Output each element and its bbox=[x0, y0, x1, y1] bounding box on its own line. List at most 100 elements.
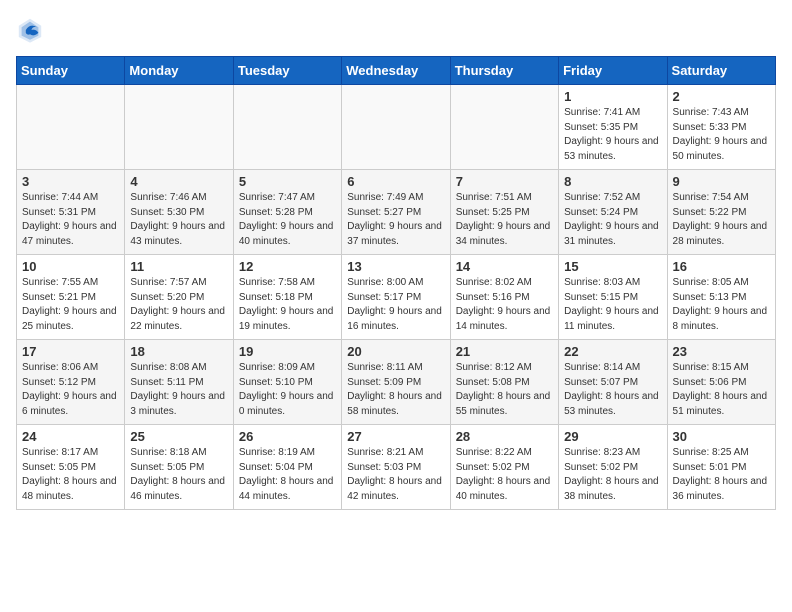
calendar-week-row: 24 Sunrise: 8:17 AM Sunset: 5:05 PM Dayli… bbox=[17, 425, 776, 510]
day-info: Sunrise: 7:52 AM Sunset: 5:24 PM Dayligh… bbox=[564, 191, 661, 249]
calendar-cell: 11 Sunrise: 7:57 AM Sunset: 5:20 PM Dayli… bbox=[125, 255, 233, 340]
day-number: 10 bbox=[22, 259, 119, 274]
calendar-cell: 8 Sunrise: 7:52 AM Sunset: 5:24 PM Daylig… bbox=[559, 170, 667, 255]
calendar-week-row: 10 Sunrise: 7:55 AM Sunset: 5:21 PM Dayli… bbox=[17, 255, 776, 340]
calendar-body: 1Sunrise: 7:41 AM Sunset: 5:35 PM Daylig… bbox=[17, 85, 776, 510]
day-info: Sunrise: 8:05 AM Sunset: 5:13 PM Dayligh… bbox=[673, 276, 770, 334]
calendar-week-row: 3Sunrise: 7:44 AM Sunset: 5:31 PM Daylig… bbox=[17, 170, 776, 255]
calendar-cell: 29 Sunrise: 8:23 AM Sunset: 5:02 PM Dayli… bbox=[559, 425, 667, 510]
day-info: Sunrise: 8:00 AM Sunset: 5:17 PM Dayligh… bbox=[347, 276, 444, 334]
day-number: 8 bbox=[564, 174, 661, 189]
calendar-cell: 4 Sunrise: 7:46 AM Sunset: 5:30 PM Daylig… bbox=[125, 170, 233, 255]
day-number: 25 bbox=[130, 429, 227, 444]
day-info: Sunrise: 8:22 AM Sunset: 5:02 PM Dayligh… bbox=[456, 446, 553, 504]
calendar-cell bbox=[342, 85, 450, 170]
calendar-cell: 21 Sunrise: 8:12 AM Sunset: 5:08 PM Dayli… bbox=[450, 340, 558, 425]
logo-icon bbox=[16, 16, 44, 44]
day-info: Sunrise: 8:19 AM Sunset: 5:04 PM Dayligh… bbox=[239, 446, 336, 504]
day-info: Sunrise: 8:15 AM Sunset: 5:06 PM Dayligh… bbox=[673, 361, 770, 419]
weekday-header: Tuesday bbox=[233, 57, 341, 85]
page-header bbox=[16, 16, 776, 44]
day-number: 22 bbox=[564, 344, 661, 359]
day-info: Sunrise: 8:23 AM Sunset: 5:02 PM Dayligh… bbox=[564, 446, 661, 504]
day-number: 9 bbox=[673, 174, 770, 189]
logo bbox=[16, 16, 48, 44]
day-number: 1 bbox=[564, 89, 661, 104]
calendar-cell: 9 Sunrise: 7:54 AM Sunset: 5:22 PM Daylig… bbox=[667, 170, 775, 255]
day-info: Sunrise: 7:55 AM Sunset: 5:21 PM Dayligh… bbox=[22, 276, 119, 334]
day-number: 29 bbox=[564, 429, 661, 444]
day-number: 24 bbox=[22, 429, 119, 444]
day-number: 16 bbox=[673, 259, 770, 274]
calendar-cell: 27 Sunrise: 8:21 AM Sunset: 5:03 PM Dayli… bbox=[342, 425, 450, 510]
day-number: 7 bbox=[456, 174, 553, 189]
calendar-cell: 15 Sunrise: 8:03 AM Sunset: 5:15 PM Dayli… bbox=[559, 255, 667, 340]
calendar-cell: 18 Sunrise: 8:08 AM Sunset: 5:11 PM Dayli… bbox=[125, 340, 233, 425]
day-number: 17 bbox=[22, 344, 119, 359]
calendar-cell: 28 Sunrise: 8:22 AM Sunset: 5:02 PM Dayli… bbox=[450, 425, 558, 510]
calendar-week-row: 17Sunrise: 8:06 AM Sunset: 5:12 PM Dayli… bbox=[17, 340, 776, 425]
calendar-week-row: 1Sunrise: 7:41 AM Sunset: 5:35 PM Daylig… bbox=[17, 85, 776, 170]
calendar-header: SundayMondayTuesdayWednesdayThursdayFrid… bbox=[17, 57, 776, 85]
day-number: 30 bbox=[673, 429, 770, 444]
day-number: 11 bbox=[130, 259, 227, 274]
day-number: 27 bbox=[347, 429, 444, 444]
calendar-cell: 14Sunrise: 8:02 AM Sunset: 5:16 PM Dayli… bbox=[450, 255, 558, 340]
day-info: Sunrise: 8:02 AM Sunset: 5:16 PM Dayligh… bbox=[456, 276, 553, 334]
calendar-cell: 13 Sunrise: 8:00 AM Sunset: 5:17 PM Dayli… bbox=[342, 255, 450, 340]
calendar-cell: 17Sunrise: 8:06 AM Sunset: 5:12 PM Dayli… bbox=[17, 340, 125, 425]
calendar-cell: 2 Sunrise: 7:43 AM Sunset: 5:33 PM Daylig… bbox=[667, 85, 775, 170]
day-info: Sunrise: 7:58 AM Sunset: 5:18 PM Dayligh… bbox=[239, 276, 336, 334]
calendar-cell: 25Sunrise: 8:18 AM Sunset: 5:05 PM Dayli… bbox=[125, 425, 233, 510]
day-number: 23 bbox=[673, 344, 770, 359]
day-number: 6 bbox=[347, 174, 444, 189]
day-info: Sunrise: 7:46 AM Sunset: 5:30 PM Dayligh… bbox=[130, 191, 227, 249]
calendar-cell bbox=[17, 85, 125, 170]
calendar-cell: 10 Sunrise: 7:55 AM Sunset: 5:21 PM Dayli… bbox=[17, 255, 125, 340]
day-info: Sunrise: 8:14 AM Sunset: 5:07 PM Dayligh… bbox=[564, 361, 661, 419]
calendar-cell: 19 Sunrise: 8:09 AM Sunset: 5:10 PM Dayli… bbox=[233, 340, 341, 425]
day-number: 20 bbox=[347, 344, 444, 359]
day-info: Sunrise: 8:11 AM Sunset: 5:09 PM Dayligh… bbox=[347, 361, 444, 419]
day-info: Sunrise: 8:21 AM Sunset: 5:03 PM Dayligh… bbox=[347, 446, 444, 504]
weekday-header: Monday bbox=[125, 57, 233, 85]
day-number: 5 bbox=[239, 174, 336, 189]
calendar-cell: 6Sunrise: 7:49 AM Sunset: 5:27 PM Daylig… bbox=[342, 170, 450, 255]
day-number: 28 bbox=[456, 429, 553, 444]
day-info: Sunrise: 8:17 AM Sunset: 5:05 PM Dayligh… bbox=[22, 446, 119, 504]
day-info: Sunrise: 7:54 AM Sunset: 5:22 PM Dayligh… bbox=[673, 191, 770, 249]
day-info: Sunrise: 8:03 AM Sunset: 5:15 PM Dayligh… bbox=[564, 276, 661, 334]
calendar-cell: 16 Sunrise: 8:05 AM Sunset: 5:13 PM Dayli… bbox=[667, 255, 775, 340]
day-number: 18 bbox=[130, 344, 227, 359]
day-info: Sunrise: 7:47 AM Sunset: 5:28 PM Dayligh… bbox=[239, 191, 336, 249]
day-info: Sunrise: 8:12 AM Sunset: 5:08 PM Dayligh… bbox=[456, 361, 553, 419]
day-number: 3 bbox=[22, 174, 119, 189]
day-number: 15 bbox=[564, 259, 661, 274]
weekday-header: Sunday bbox=[17, 57, 125, 85]
day-number: 13 bbox=[347, 259, 444, 274]
calendar-cell: 1Sunrise: 7:41 AM Sunset: 5:35 PM Daylig… bbox=[559, 85, 667, 170]
calendar-cell: 23 Sunrise: 8:15 AM Sunset: 5:06 PM Dayli… bbox=[667, 340, 775, 425]
calendar-cell: 3Sunrise: 7:44 AM Sunset: 5:31 PM Daylig… bbox=[17, 170, 125, 255]
calendar-cell: 12 Sunrise: 7:58 AM Sunset: 5:18 PM Dayli… bbox=[233, 255, 341, 340]
calendar-cell: 20 Sunrise: 8:11 AM Sunset: 5:09 PM Dayli… bbox=[342, 340, 450, 425]
day-number: 4 bbox=[130, 174, 227, 189]
calendar-cell bbox=[233, 85, 341, 170]
day-info: Sunrise: 8:25 AM Sunset: 5:01 PM Dayligh… bbox=[673, 446, 770, 504]
calendar-cell: 5 Sunrise: 7:47 AM Sunset: 5:28 PM Daylig… bbox=[233, 170, 341, 255]
calendar-cell: 30 Sunrise: 8:25 AM Sunset: 5:01 PM Dayli… bbox=[667, 425, 775, 510]
calendar-cell: 7Sunrise: 7:51 AM Sunset: 5:25 PM Daylig… bbox=[450, 170, 558, 255]
day-info: Sunrise: 8:09 AM Sunset: 5:10 PM Dayligh… bbox=[239, 361, 336, 419]
day-info: Sunrise: 7:43 AM Sunset: 5:33 PM Dayligh… bbox=[673, 106, 770, 164]
day-number: 12 bbox=[239, 259, 336, 274]
weekday-header: Friday bbox=[559, 57, 667, 85]
calendar-cell: 22 Sunrise: 8:14 AM Sunset: 5:07 PM Dayli… bbox=[559, 340, 667, 425]
day-number: 2 bbox=[673, 89, 770, 104]
day-number: 26 bbox=[239, 429, 336, 444]
day-info: Sunrise: 8:08 AM Sunset: 5:11 PM Dayligh… bbox=[130, 361, 227, 419]
day-number: 19 bbox=[239, 344, 336, 359]
day-info: Sunrise: 7:57 AM Sunset: 5:20 PM Dayligh… bbox=[130, 276, 227, 334]
day-number: 21 bbox=[456, 344, 553, 359]
calendar-table: SundayMondayTuesdayWednesdayThursdayFrid… bbox=[16, 56, 776, 510]
calendar-cell bbox=[125, 85, 233, 170]
